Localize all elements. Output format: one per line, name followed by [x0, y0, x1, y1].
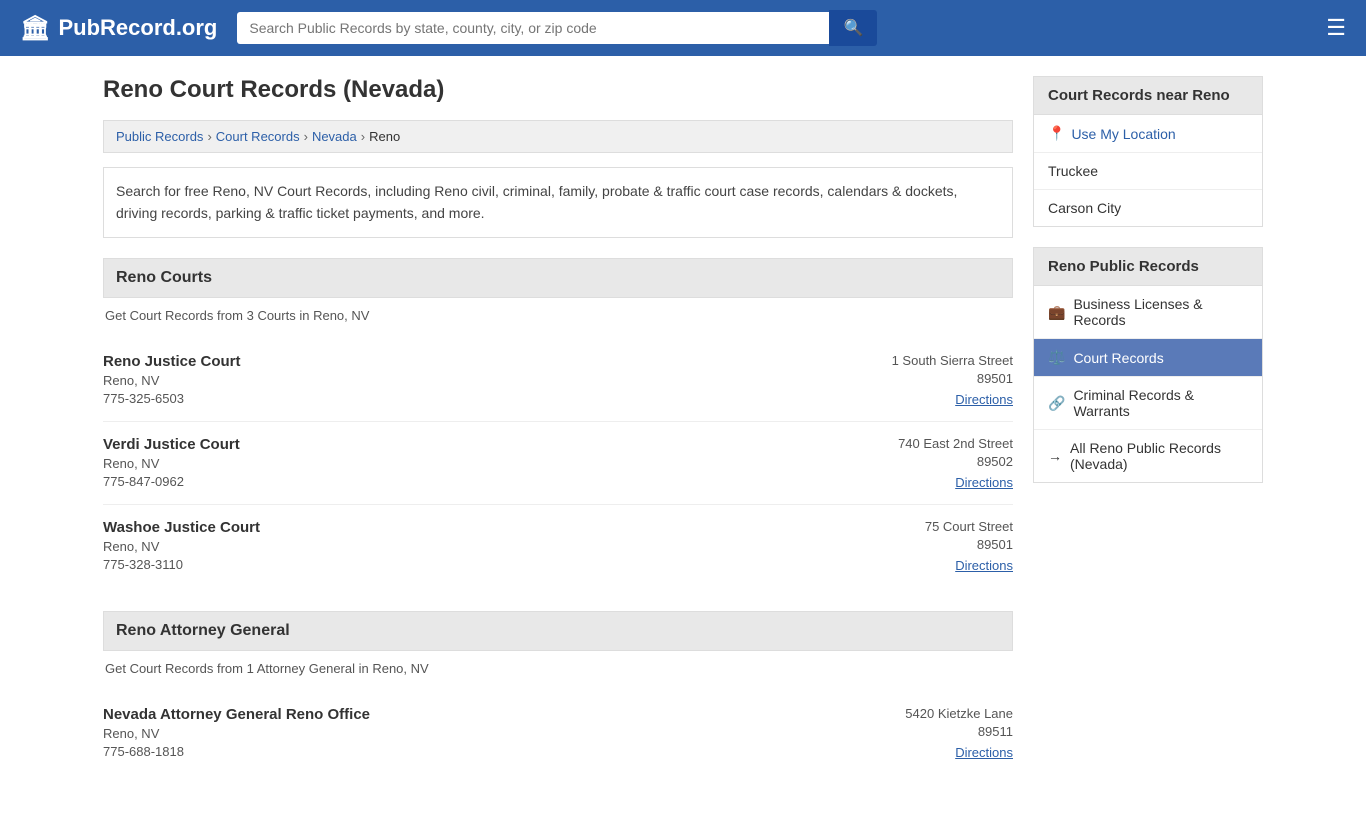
- scales-icon: ⚖️: [1048, 349, 1065, 366]
- court-name-2: Verdi Justice Court: [103, 436, 240, 453]
- sidebar-public-records-title: Reno Public Records: [1034, 248, 1262, 286]
- sidebar-item-criminal-label: Criminal Records & Warrants: [1073, 387, 1248, 419]
- sidebar-near-reno-box: Court Records near Reno 📍 Use My Locatio…: [1033, 76, 1263, 227]
- location-icon: 📍: [1048, 125, 1065, 142]
- court-name-ag: Nevada Attorney General Reno Office: [103, 706, 370, 723]
- reno-courts-block: Reno Courts Get Court Records from 3 Cou…: [103, 258, 1013, 587]
- court-street-1: 1 South Sierra Street: [892, 353, 1013, 368]
- breadcrumb-court-records[interactable]: Court Records: [216, 129, 300, 144]
- directions-link-1[interactable]: Directions: [955, 392, 1013, 407]
- site-logo[interactable]: 🏛 PubRecord.org: [20, 14, 217, 43]
- truckee-label: Truckee: [1048, 163, 1098, 179]
- sidebar-item-business-label: Business Licenses & Records: [1073, 296, 1248, 328]
- court-name-3: Washoe Justice Court: [103, 519, 260, 536]
- court-street-ag: 5420 Kietzke Lane: [905, 706, 1013, 721]
- breadcrumb-reno: Reno: [369, 129, 400, 144]
- sidebar-item-all-records[interactable]: → All Reno Public Records (Nevada): [1034, 430, 1262, 482]
- attorney-general-block: Reno Attorney General Get Court Records …: [103, 611, 1013, 774]
- carson-city-label: Carson City: [1048, 200, 1121, 216]
- page-title: Reno Court Records (Nevada): [103, 76, 1013, 104]
- breadcrumb: Public Records › Court Records › Nevada …: [103, 120, 1013, 153]
- sidebar-item-truckee[interactable]: Truckee: [1034, 153, 1262, 190]
- sidebar-item-all-label: All Reno Public Records (Nevada): [1070, 440, 1248, 472]
- sidebar-item-court-label: Court Records: [1073, 350, 1163, 366]
- court-phone-2: 775-847-0962: [103, 474, 240, 489]
- court-entry-washoe-justice: Washoe Justice Court Reno, NV 775-328-31…: [103, 505, 1013, 587]
- sidebar-near-title: Court Records near Reno: [1034, 77, 1262, 115]
- breadcrumb-sep-3: ›: [361, 129, 365, 144]
- court-phone-1: 775-325-6503: [103, 391, 241, 406]
- menu-button[interactable]: ☰: [1326, 17, 1346, 39]
- court-info-1: Reno Justice Court Reno, NV 775-325-6503: [103, 353, 241, 406]
- directions-link-ag[interactable]: Directions: [955, 745, 1013, 760]
- logo-text: PubRecord.org: [58, 15, 217, 41]
- court-city-ag: Reno, NV: [103, 726, 370, 741]
- sidebar-item-business-licenses[interactable]: 💼 Business Licenses & Records: [1034, 286, 1262, 339]
- court-zip-ag: 89511: [905, 724, 1013, 739]
- reno-courts-sub: Get Court Records from 3 Courts in Reno,…: [103, 308, 1013, 323]
- sidebar-public-records-box: Reno Public Records 💼 Business Licenses …: [1033, 247, 1263, 483]
- directions-link-2[interactable]: Directions: [955, 475, 1013, 490]
- court-zip-3: 89501: [925, 537, 1013, 552]
- logo-icon: 🏛: [20, 14, 50, 43]
- court-street-2: 740 East 2nd Street: [898, 436, 1013, 451]
- link-icon: 🔗: [1048, 395, 1065, 412]
- court-city-3: Reno, NV: [103, 539, 260, 554]
- search-bar: 🔍: [237, 10, 877, 46]
- court-address-2: 740 East 2nd Street 89502 Directions: [898, 436, 1013, 490]
- court-address-1: 1 South Sierra Street 89501 Directions: [892, 353, 1013, 407]
- court-address-3: 75 Court Street 89501 Directions: [925, 519, 1013, 573]
- court-city-2: Reno, NV: [103, 456, 240, 471]
- court-entry-verdi-justice: Verdi Justice Court Reno, NV 775-847-096…: [103, 422, 1013, 505]
- court-name-1: Reno Justice Court: [103, 353, 241, 370]
- attorney-general-header: Reno Attorney General: [103, 611, 1013, 651]
- sidebar: Court Records near Reno 📍 Use My Locatio…: [1033, 76, 1263, 798]
- reno-courts-header: Reno Courts: [103, 258, 1013, 298]
- breadcrumb-sep-2: ›: [304, 129, 308, 144]
- breadcrumb-sep-1: ›: [207, 129, 211, 144]
- court-info-2: Verdi Justice Court Reno, NV 775-847-096…: [103, 436, 240, 489]
- court-zip-2: 89502: [898, 454, 1013, 469]
- court-street-3: 75 Court Street: [925, 519, 1013, 534]
- court-entry-ag-reno: Nevada Attorney General Reno Office Reno…: [103, 692, 1013, 774]
- court-address-ag: 5420 Kietzke Lane 89511 Directions: [905, 706, 1013, 760]
- sidebar-item-carson-city[interactable]: Carson City: [1034, 190, 1262, 226]
- court-phone-3: 775-328-3110: [103, 557, 260, 572]
- use-location-label: Use My Location: [1071, 126, 1175, 142]
- site-header: 🏛 PubRecord.org 🔍 ☰: [0, 0, 1366, 56]
- court-entry-reno-justice: Reno Justice Court Reno, NV 775-325-6503…: [103, 339, 1013, 422]
- search-icon: 🔍: [843, 20, 863, 37]
- breadcrumb-public-records[interactable]: Public Records: [116, 129, 203, 144]
- court-zip-1: 89501: [892, 371, 1013, 386]
- sidebar-item-court-records[interactable]: ⚖️ Court Records: [1034, 339, 1262, 377]
- search-button[interactable]: 🔍: [829, 10, 877, 46]
- arrow-icon: →: [1048, 448, 1062, 464]
- page-description: Search for free Reno, NV Court Records, …: [103, 167, 1013, 238]
- directions-link-3[interactable]: Directions: [955, 558, 1013, 573]
- sidebar-item-criminal-records[interactable]: 🔗 Criminal Records & Warrants: [1034, 377, 1262, 430]
- breadcrumb-nevada[interactable]: Nevada: [312, 129, 357, 144]
- main-content: Reno Court Records (Nevada) Public Recor…: [103, 76, 1013, 798]
- court-phone-ag: 775-688-1818: [103, 744, 370, 759]
- court-info-ag: Nevada Attorney General Reno Office Reno…: [103, 706, 370, 759]
- court-info-3: Washoe Justice Court Reno, NV 775-328-31…: [103, 519, 260, 572]
- attorney-general-sub: Get Court Records from 1 Attorney Genera…: [103, 661, 1013, 676]
- page-body: Reno Court Records (Nevada) Public Recor…: [83, 56, 1283, 818]
- hamburger-icon: ☰: [1326, 15, 1346, 40]
- briefcase-icon: 💼: [1048, 304, 1065, 321]
- court-city-1: Reno, NV: [103, 373, 241, 388]
- search-input[interactable]: [237, 12, 829, 44]
- sidebar-use-location[interactable]: 📍 Use My Location: [1034, 115, 1262, 153]
